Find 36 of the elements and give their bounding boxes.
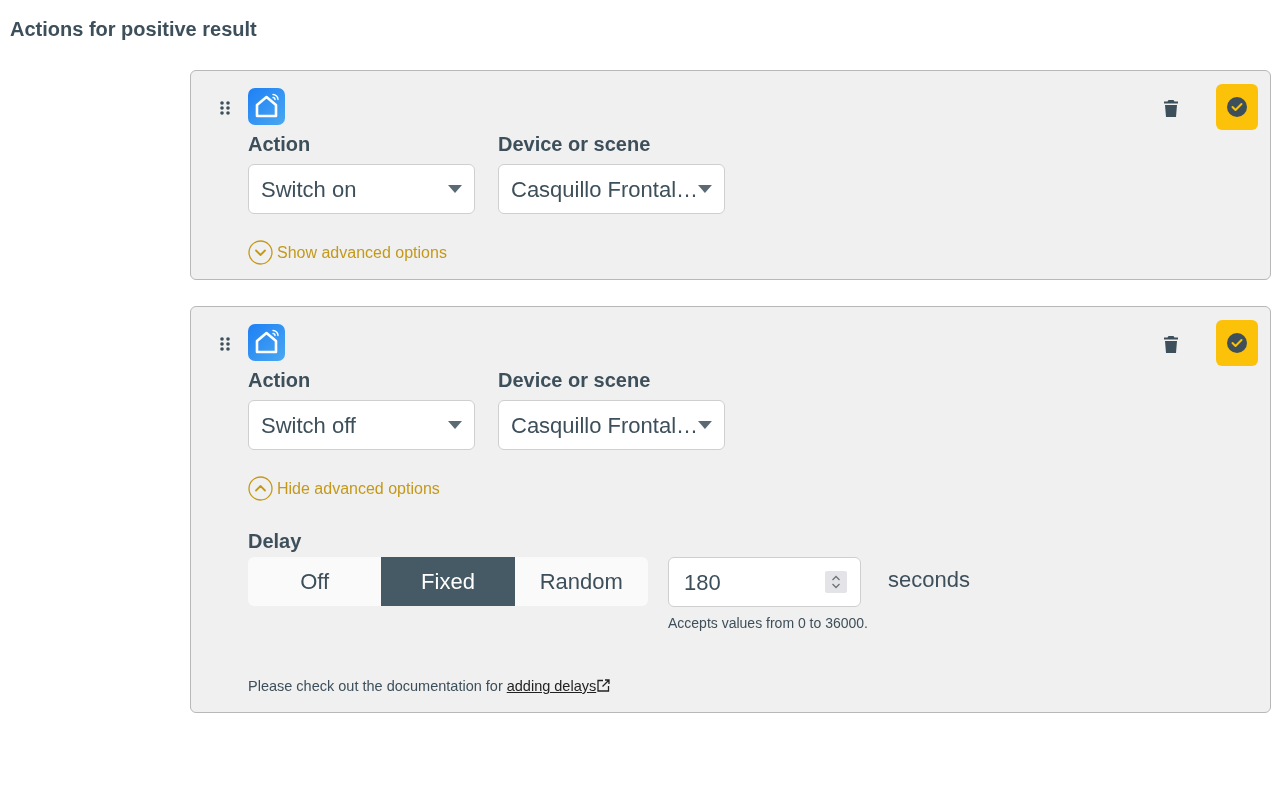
unit-label: seconds bbox=[888, 566, 970, 594]
field-label: Device or scene bbox=[498, 368, 652, 393]
device-select[interactable]: Casquillo Frontal… bbox=[498, 164, 725, 214]
chevron-down-circle-icon bbox=[248, 240, 273, 265]
caret-icon bbox=[448, 185, 462, 193]
field-label: Action bbox=[248, 368, 312, 393]
caret-icon bbox=[698, 421, 712, 429]
delay-option-tab[interactable]: Random bbox=[514, 557, 648, 606]
field-label: Action bbox=[248, 132, 312, 157]
action-select[interactable]: Switch off bbox=[248, 400, 475, 450]
hint-text: Accepts values from 0 to 36000. bbox=[668, 614, 868, 633]
trash-icon[interactable] bbox=[1164, 100, 1178, 117]
spinner-icon[interactable] bbox=[825, 571, 847, 593]
external-link-icon bbox=[597, 678, 611, 692]
smart-home-app-icon bbox=[248, 88, 285, 125]
check-circle-icon bbox=[1227, 97, 1247, 117]
documentation-link[interactable]: adding delays bbox=[506, 676, 611, 698]
number-input-field[interactable]: 180 bbox=[668, 557, 861, 607]
trash-icon[interactable] bbox=[1164, 336, 1178, 353]
field-label: Device or scene bbox=[498, 132, 652, 157]
confirm-button[interactable] bbox=[1216, 320, 1258, 366]
drag-handle-icon[interactable] bbox=[220, 337, 230, 351]
chevron-up-circle-icon bbox=[248, 476, 273, 501]
drag-handle-icon[interactable] bbox=[220, 101, 230, 115]
device-select[interactable]: Casquillo Frontal… bbox=[498, 400, 725, 450]
section-title: Actions for positive result bbox=[9, 17, 258, 42]
delay-option-tab[interactable]: Fixed bbox=[381, 557, 515, 606]
check-circle-icon bbox=[1227, 333, 1247, 353]
documentation-text: Please check out the documentation for bbox=[248, 677, 503, 696]
smart-home-app-icon bbox=[248, 324, 285, 361]
field-label: Delay bbox=[248, 529, 303, 554]
caret-icon bbox=[698, 185, 712, 193]
confirm-button[interactable] bbox=[1216, 84, 1258, 130]
delay-option-tab[interactable]: Off bbox=[248, 557, 382, 606]
action-select[interactable]: Switch on bbox=[248, 164, 475, 214]
caret-icon bbox=[448, 421, 462, 429]
